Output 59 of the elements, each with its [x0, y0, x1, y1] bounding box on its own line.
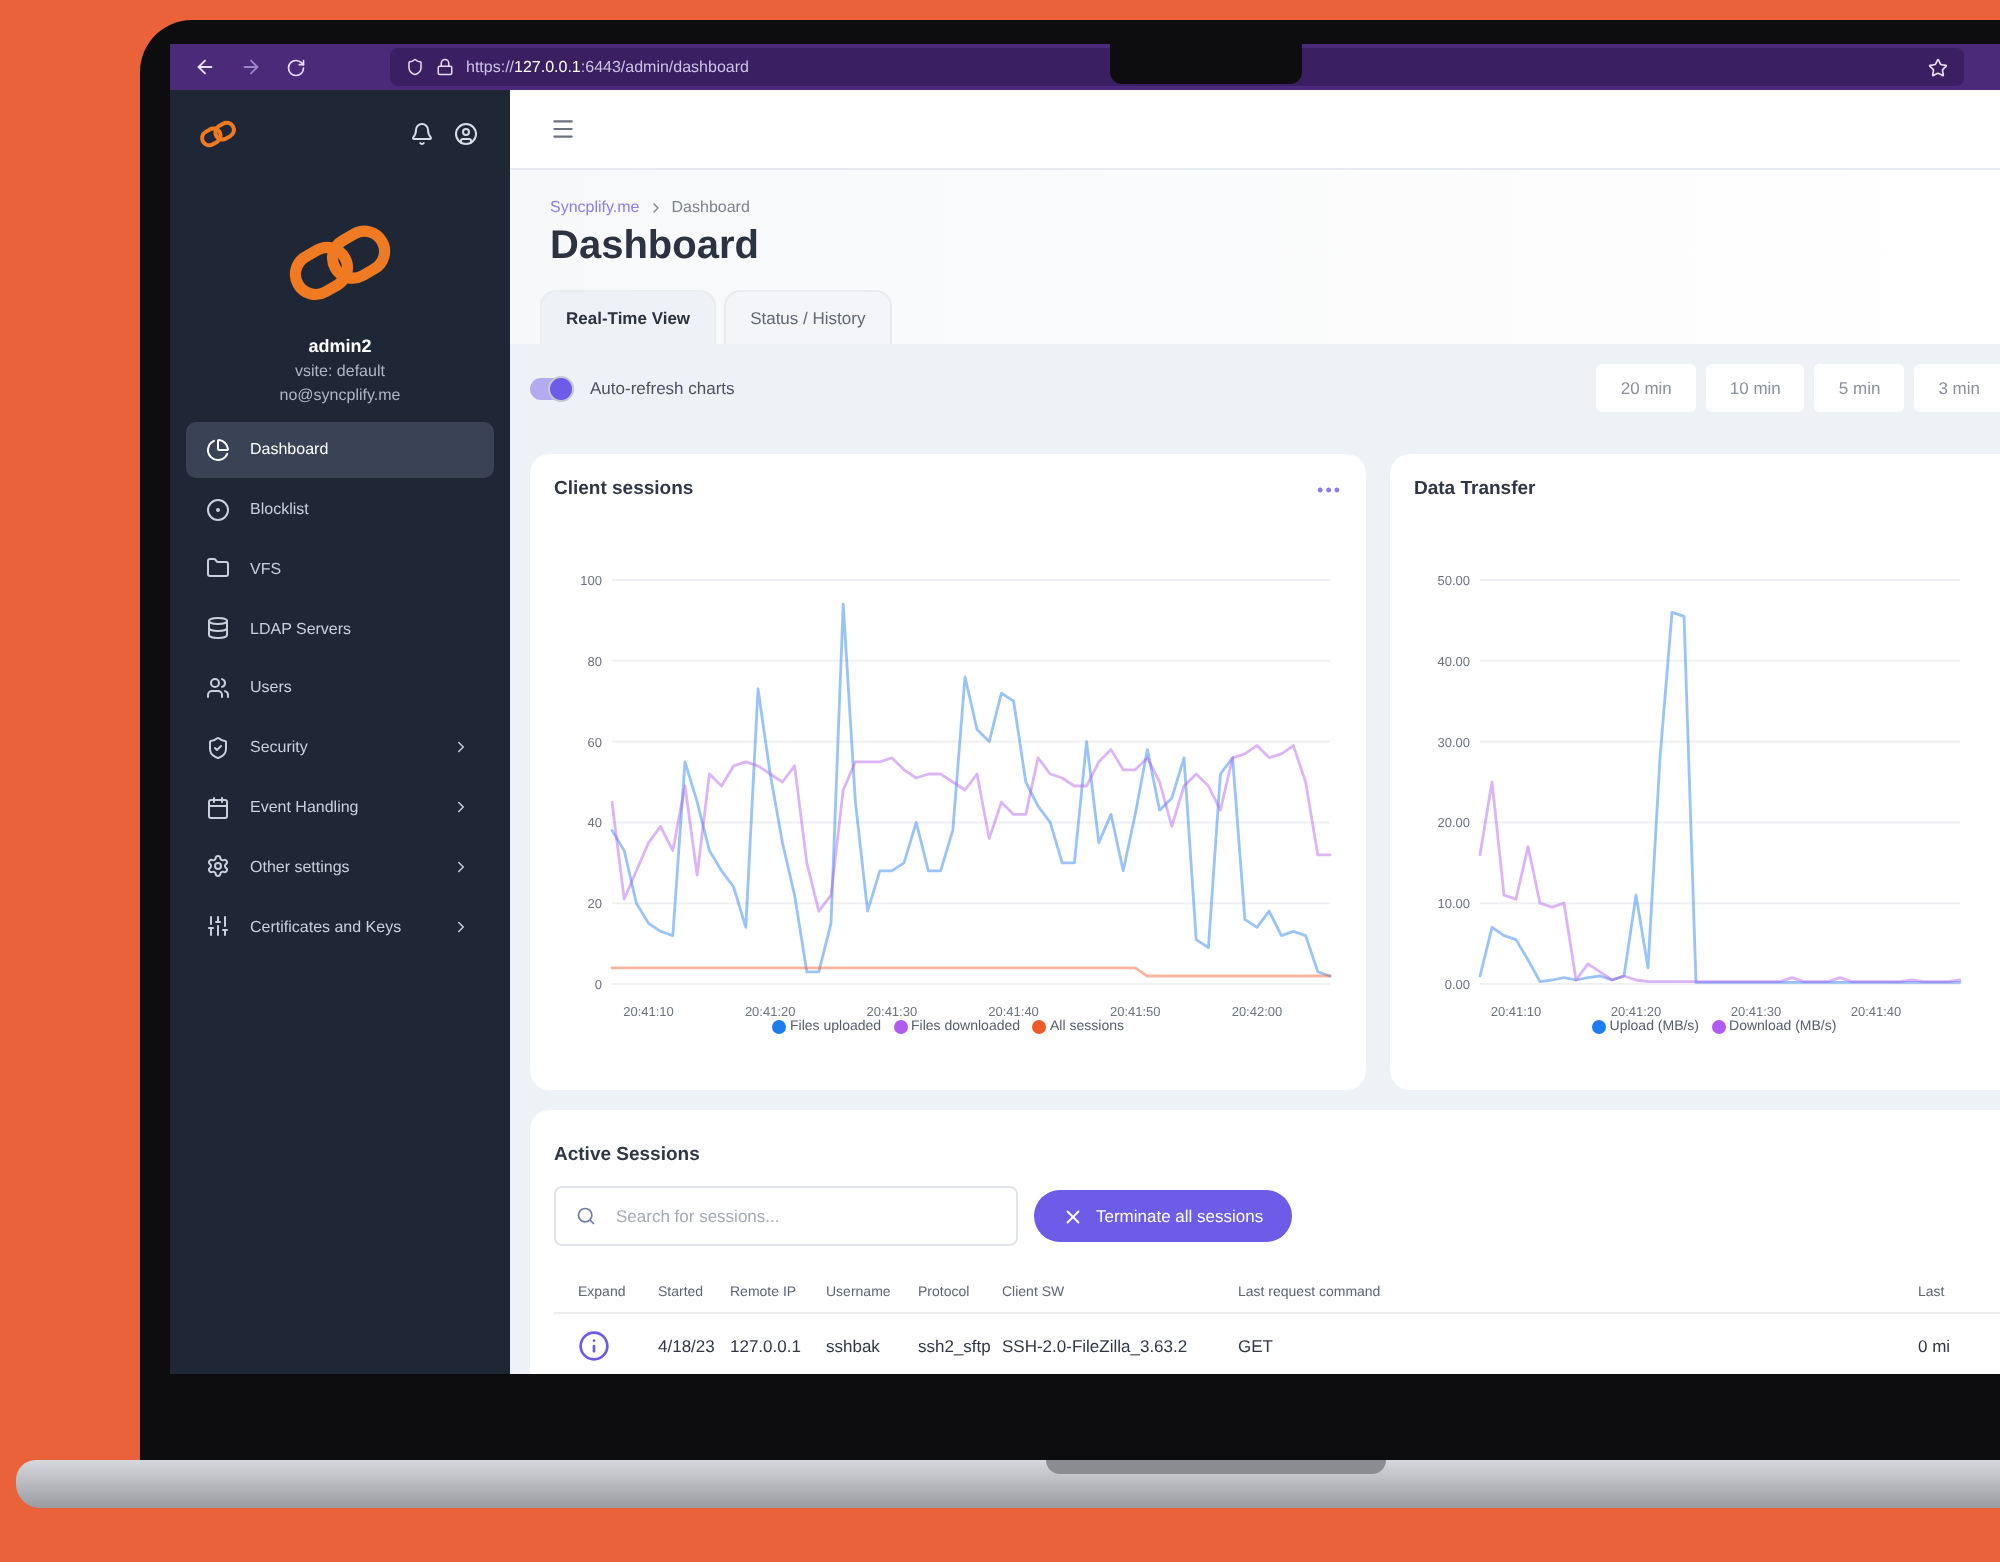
nav-item[interactable]: Dashboard: [186, 421, 494, 478]
bell-icon[interactable]: [410, 122, 434, 146]
nav-icon: [206, 735, 230, 760]
nav-icon: [206, 497, 230, 522]
nav-icon: [206, 616, 230, 641]
table-cell-text: SSH-2.0-FileZilla_3.63.2: [1002, 1336, 1190, 1356]
range-button[interactable]: 10 min: [1705, 364, 1805, 412]
reload-icon[interactable]: [286, 57, 306, 77]
toggle-label: Auto-refresh charts: [590, 378, 735, 398]
user-name: admin2: [306, 335, 374, 356]
range-button[interactable]: 20 min: [1596, 364, 1696, 412]
search-field[interactable]: Search for sessions...: [554, 1186, 1018, 1246]
nav-item[interactable]: Certificates and Keys: [186, 898, 494, 955]
lock-icon: [436, 58, 454, 76]
nav-item[interactable]: Security: [186, 719, 494, 776]
nav-icon: [206, 914, 230, 939]
table-cell-text: ssh2_sftp: [918, 1336, 993, 1356]
user-email: no@syncplify.me: [277, 385, 403, 404]
nav-item[interactable]: Users: [186, 659, 494, 716]
forward-icon[interactable]: [240, 56, 262, 78]
star-icon[interactable]: [1928, 57, 1948, 77]
table-cell-text: GET: [1238, 1336, 1275, 1356]
nav-icon: [206, 437, 230, 462]
range-button[interactable]: 5 min: [1814, 364, 1905, 412]
more-menu[interactable]: •••: [1317, 479, 1342, 499]
table-cell-text: sshbak: [826, 1336, 882, 1356]
user-vsite: vsite: default: [293, 361, 387, 380]
breadcrumb-link[interactable]: Dashboard: [671, 198, 750, 216]
nav-icon: [206, 795, 230, 820]
tab[interactable]: Status / History: [724, 290, 892, 344]
url-text: https://127.0.0.1:6443/admin/dashboard: [466, 58, 749, 76]
nav-icon: [206, 675, 230, 700]
nav-icon: [206, 854, 230, 879]
close-icon: [1062, 1205, 1084, 1227]
search-icon: [576, 1206, 596, 1226]
info-icon[interactable]: [578, 1330, 610, 1362]
nav-item[interactable]: LDAP Servers: [186, 600, 494, 657]
table-cell-text: 127.0.0.1: [730, 1336, 803, 1356]
nav-item[interactable]: Other settings: [186, 838, 494, 895]
breadcrumb-link[interactable]: Syncplify.me: [550, 198, 640, 216]
table-cell-text: 4/18/23: [658, 1336, 717, 1356]
table-cell-text: 0 mi: [1918, 1336, 1953, 1356]
page-title: Dashboard: [550, 224, 761, 270]
nav-item[interactable]: Event Handling: [186, 779, 494, 836]
nav-item[interactable]: Blocklist: [186, 481, 494, 538]
toggle-switch[interactable]: [530, 377, 574, 399]
nav-item[interactable]: VFS: [186, 540, 494, 597]
terminate-button[interactable]: Terminate all sessions: [1034, 1190, 1292, 1242]
logo-icon: [198, 118, 238, 150]
back-icon[interactable]: [194, 56, 216, 78]
nav-icon: [206, 556, 230, 581]
menu-icon[interactable]: [550, 116, 576, 142]
user-icon[interactable]: [454, 122, 478, 146]
card-title: Active Sessions: [554, 1144, 700, 1166]
shield-icon: [406, 58, 424, 76]
range-button[interactable]: 3 min: [1914, 364, 2000, 412]
tab[interactable]: Real-Time View: [540, 290, 717, 344]
card-title: Data Transfer: [1414, 478, 1536, 500]
card-title: Client sessions: [554, 478, 694, 500]
